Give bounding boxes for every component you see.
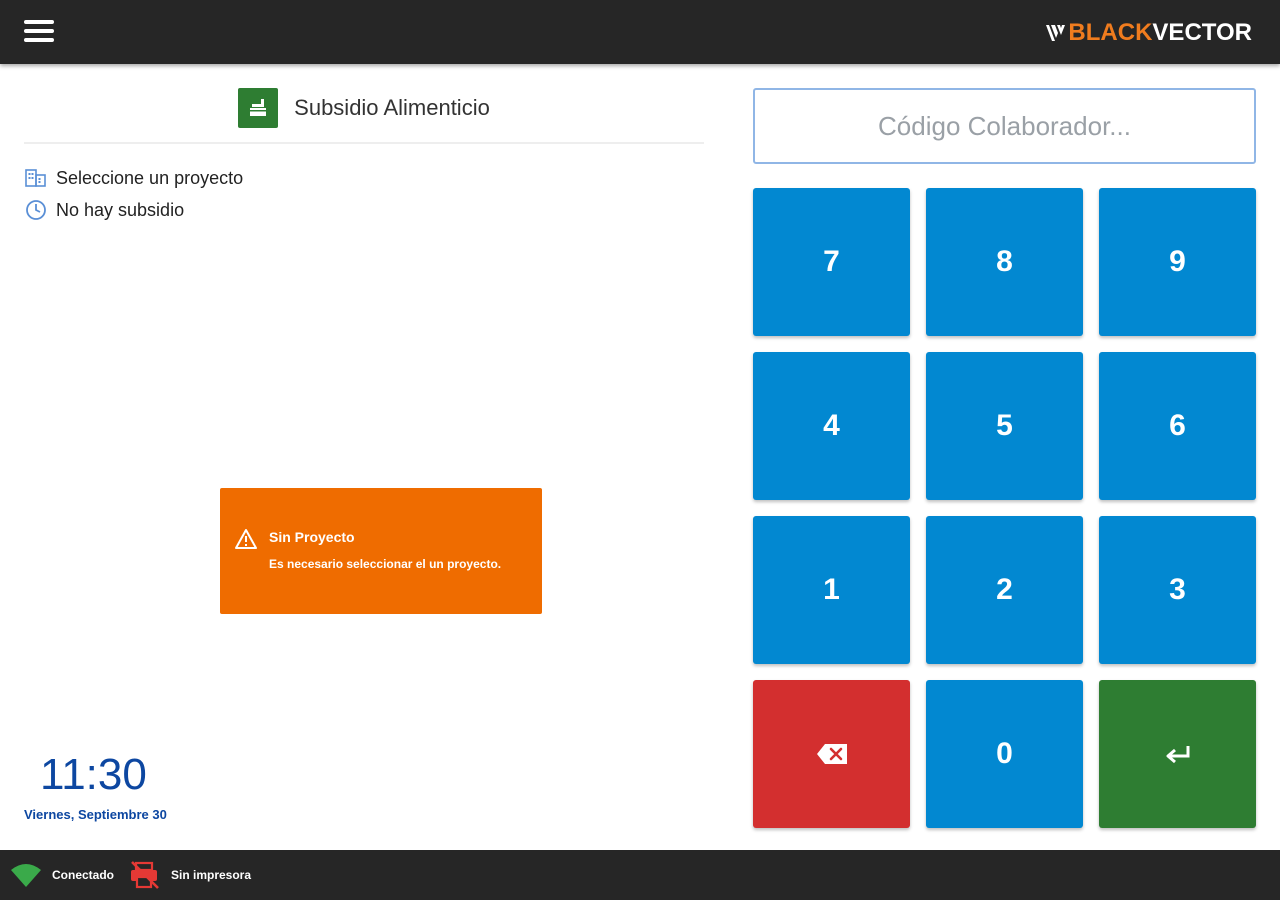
delete-button[interactable] xyxy=(753,680,910,828)
key-3[interactable]: 3 xyxy=(1099,516,1256,664)
key-0[interactable]: 0 xyxy=(926,680,1083,828)
brand-text-vector: VECTOR xyxy=(1152,19,1252,46)
key-7[interactable]: 7 xyxy=(753,188,910,336)
key-9[interactable]: 9 xyxy=(1099,188,1256,336)
top-app-bar: BLACK VECTOR xyxy=(0,0,1280,64)
key-2[interactable]: 2 xyxy=(926,516,1083,664)
key-1[interactable]: 1 xyxy=(753,516,910,664)
brand-text-black: BLACK xyxy=(1068,19,1153,46)
subsidy-row: No hay subsidio xyxy=(24,198,184,222)
project-row[interactable]: Seleccione un proyecto xyxy=(24,166,243,190)
brand-logo: BLACK VECTOR xyxy=(1045,18,1252,48)
page-title: Subsidio Alimenticio xyxy=(294,95,490,120)
clock-icon xyxy=(24,198,48,222)
enter-icon xyxy=(1166,746,1189,764)
no-project-alert: Sin Proyecto Es necesario seleccionar el… xyxy=(220,488,542,614)
hamburger-menu-icon xyxy=(24,20,54,24)
blackvector-logo-icon xyxy=(1046,25,1066,41)
warning-icon xyxy=(235,529,257,549)
project-label: Seleccione un proyecto xyxy=(56,167,244,188)
printer-status: Sin impresora xyxy=(129,850,251,900)
connection-label: Conectado xyxy=(52,868,115,882)
key-8[interactable]: 8 xyxy=(926,188,1083,336)
backspace-icon xyxy=(816,744,847,764)
subsidy-label: No hay subsidio xyxy=(56,199,185,220)
status-bar: Conectado Sin impresora xyxy=(0,850,1280,900)
alert-title: Sin Proyecto xyxy=(269,529,355,545)
panel-header: Subsidio Alimenticio xyxy=(24,88,704,144)
connection-status: Conectado xyxy=(10,850,114,900)
numeric-keypad: 7 8 9 4 5 6 1 2 3 0 xyxy=(753,188,1256,828)
info-panel: Subsidio Alimenticio Seleccione un proye… xyxy=(24,64,704,850)
alert-message: Es necesario seleccionar el un proyecto. xyxy=(269,557,502,571)
building-icon xyxy=(24,166,48,190)
key-6[interactable]: 6 xyxy=(1099,352,1256,500)
wifi-icon xyxy=(10,862,42,888)
clock-date: Viernes, Septiembre 30 xyxy=(24,807,167,822)
key-4[interactable]: 4 xyxy=(753,352,910,500)
food-subsidy-icon xyxy=(238,88,279,128)
clock-time: 11:30 xyxy=(40,750,147,799)
employee-code-input[interactable] xyxy=(753,88,1256,164)
key-5[interactable]: 5 xyxy=(926,352,1083,500)
enter-button[interactable] xyxy=(1099,680,1256,828)
menu-button[interactable] xyxy=(24,20,58,46)
printer-label: Sin impresora xyxy=(171,868,252,882)
printer-off-icon xyxy=(129,860,161,890)
